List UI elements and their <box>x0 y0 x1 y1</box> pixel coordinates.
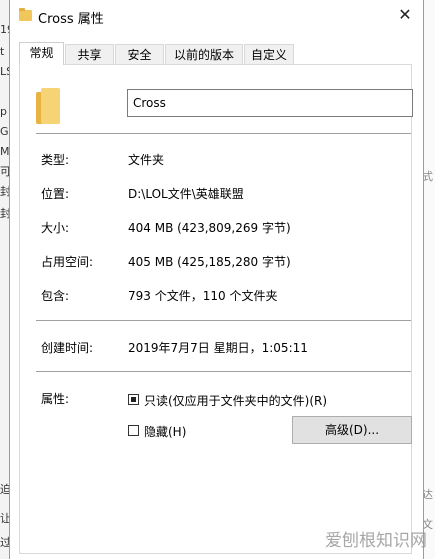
background-text: t <box>0 45 5 58</box>
background-text: G <box>0 125 9 138</box>
hidden-checkbox-label[interactable]: 隐藏(H) <box>144 423 186 440</box>
properties-dialog: Cross 属性 ✕ 常规 共享 安全 以前的版本 自定义 类型: 文件夹 位置… <box>9 0 424 559</box>
divider <box>36 371 411 372</box>
watermark: 爱刨根知识网 <box>325 531 427 551</box>
location-label: 位置: <box>41 187 70 201</box>
contains-value: 793 个文件，110 个文件夹 <box>128 289 278 303</box>
folder-icon <box>36 88 60 124</box>
divider <box>36 320 411 321</box>
close-button[interactable]: ✕ <box>387 0 423 30</box>
tab-sharing[interactable]: 共享 <box>65 44 114 64</box>
tab-customize[interactable]: 自定义 <box>244 44 294 64</box>
attributes-label: 属性: <box>41 392 70 406</box>
divider <box>36 133 411 134</box>
tab-previous-versions[interactable]: 以前的版本 <box>165 44 243 64</box>
advanced-button[interactable]: 高级(D)... <box>292 416 412 444</box>
size-on-disk-label: 占用空间: <box>41 255 94 269</box>
size-label: 大小: <box>41 221 70 235</box>
readonly-checkbox[interactable] <box>128 394 139 405</box>
folder-name-input[interactable] <box>127 89 413 117</box>
size-on-disk-value: 405 MB (425,185,280 字节) <box>128 255 291 269</box>
window-title: Cross 属性 <box>38 12 104 27</box>
readonly-checkbox-label[interactable]: 只读(仅应用于文件夹中的文件)(R) <box>144 392 327 409</box>
location-value: D:\LOL文件\英雄联盟 <box>128 187 244 201</box>
folder-icon <box>19 8 32 21</box>
contains-label: 包含: <box>41 289 70 303</box>
size-value: 404 MB (423,809,269 字节) <box>128 221 291 235</box>
background-document-left <box>0 0 9 559</box>
hidden-checkbox[interactable] <box>128 425 139 436</box>
title-bar[interactable]: Cross 属性 ✕ <box>10 0 423 32</box>
created-value: 2019年7月7日 星期日，1:05:11 <box>128 341 308 355</box>
type-label: 类型: <box>41 153 70 167</box>
background-text: p <box>0 105 7 118</box>
type-value: 文件夹 <box>128 153 165 167</box>
created-label: 创建时间: <box>41 341 94 355</box>
general-panel <box>19 64 412 554</box>
tab-security[interactable]: 安全 <box>115 44 164 64</box>
tab-general[interactable]: 常规 <box>19 42 64 65</box>
